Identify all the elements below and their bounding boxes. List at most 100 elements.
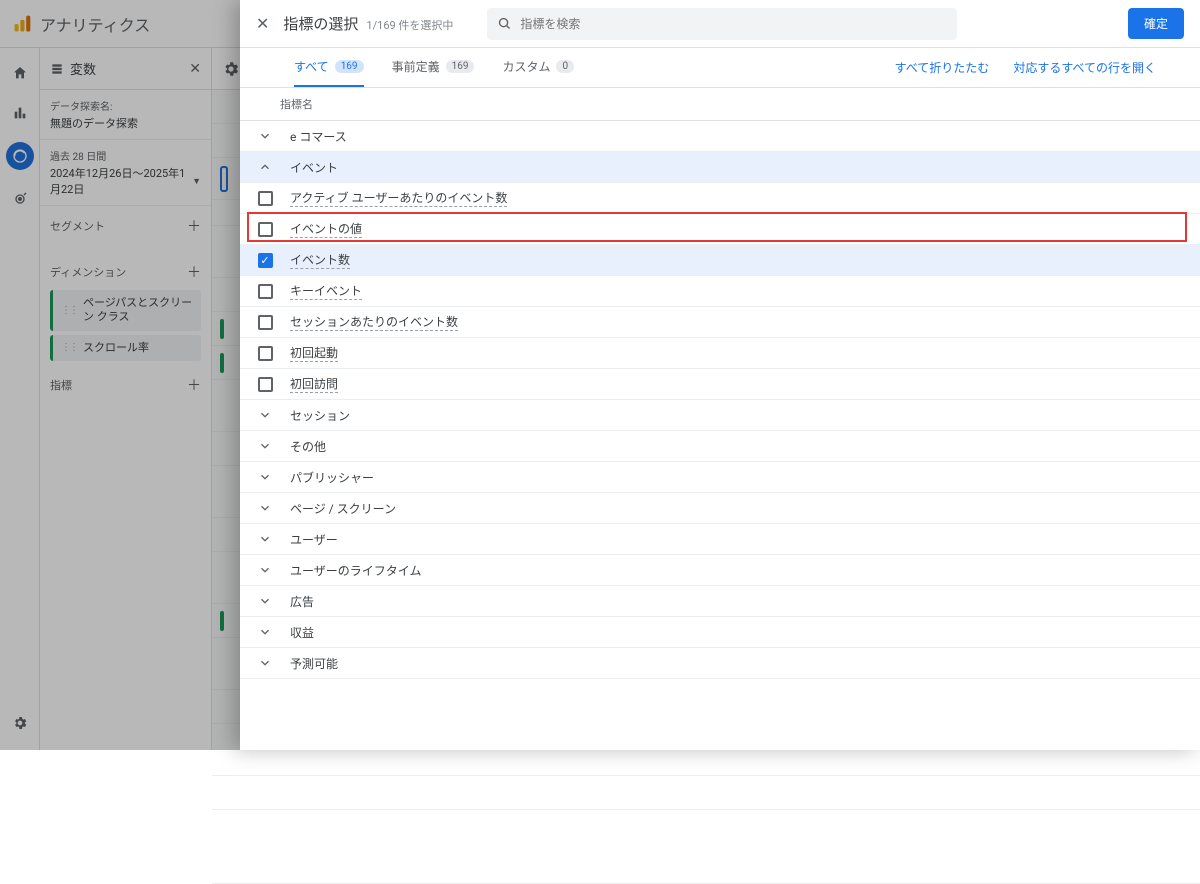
metric-group-row[interactable]: パブリッシャー xyxy=(240,462,1200,493)
metric-item-label: イベント数 xyxy=(290,251,350,269)
variables-close-icon[interactable]: ✕ xyxy=(189,61,201,77)
tab-predefined[interactable]: 事前定義 169 xyxy=(392,48,475,87)
metric-group-row[interactable]: その他 xyxy=(240,431,1200,462)
tab-custom-badge: 0 xyxy=(556,60,574,73)
metric-checkbox[interactable] xyxy=(254,222,276,237)
dimension-chip-label: スクロール率 xyxy=(83,341,149,355)
segment-header: セグメント ＋ xyxy=(40,206,211,240)
tab-predefined-label: 事前定義 xyxy=(392,58,440,75)
metric-group-row[interactable]: ユーザー xyxy=(240,524,1200,555)
metric-item-label: 初回起動 xyxy=(290,344,338,362)
left-nav xyxy=(0,48,40,750)
modal-close-button[interactable]: ✕ xyxy=(256,14,269,33)
chevron-down-icon xyxy=(254,439,276,453)
metric-group-label: ユーザー xyxy=(290,531,338,548)
metric-item-label: キーイベント xyxy=(290,282,362,300)
chevron-down-icon xyxy=(254,470,276,484)
tab-custom[interactable]: カスタム 0 xyxy=(502,48,574,87)
variables-title-text: 変数 xyxy=(70,59,96,78)
metric-group-row[interactable]: ユーザーのライフタイム xyxy=(240,555,1200,586)
metric-group-label: ページ / スクリーン xyxy=(290,500,396,517)
metric-checkbox[interactable] xyxy=(254,377,276,392)
dimension-header-label: ディメンション xyxy=(50,264,126,280)
modal-title: 指標の選択 xyxy=(283,13,358,34)
metric-checkbox[interactable] xyxy=(254,315,276,330)
date-range-value: 2024年12月26日～2025年1月22日 xyxy=(50,165,188,197)
dimension-header: ディメンション ＋ xyxy=(40,252,211,286)
chevron-down-icon xyxy=(254,129,276,143)
date-range-section[interactable]: 過去 28 日間 2024年12月26日～2025年1月22日 ▼ xyxy=(40,140,211,206)
metric-checkbox[interactable] xyxy=(254,284,276,299)
metric-search-box[interactable] xyxy=(487,8,957,40)
metric-item-row[interactable]: ✓ イベント数 xyxy=(240,245,1200,276)
metric-item-label: セッションあたりのイベント数 xyxy=(290,313,458,331)
dimension-chip[interactable]: ⋮⋮スクロール率 xyxy=(50,335,201,361)
metric-group-row[interactable]: 収益 xyxy=(240,617,1200,648)
modal-selection-count: 1/169 件を選択中 xyxy=(366,17,453,33)
metric-item-label: 初回訪問 xyxy=(290,375,338,393)
nav-ads-icon[interactable] xyxy=(9,188,31,210)
metric-item-row[interactable]: アクティブ ユーザーあたりのイベント数 xyxy=(240,183,1200,214)
tab-all[interactable]: すべて 169 xyxy=(294,48,364,87)
metric-group-label: 広告 xyxy=(290,593,314,610)
dimension-chip[interactable]: ⋮⋮ ページパスとスクリーン クラス xyxy=(50,290,201,331)
metric-group-label: セッション xyxy=(290,407,350,424)
modal-tabs: すべて 169 事前定義 169 カスタム 0 すべて折りたたむ 対応するすべて… xyxy=(240,48,1200,88)
metric-group-row[interactable]: セッション xyxy=(240,400,1200,431)
nav-reports-icon[interactable] xyxy=(9,102,31,124)
metric-group-row[interactable]: 予測可能 xyxy=(240,648,1200,679)
metric-item-row[interactable]: キーイベント xyxy=(240,276,1200,307)
chevron-down-icon xyxy=(254,501,276,515)
variables-icon xyxy=(50,62,64,76)
add-segment-button[interactable]: ＋ xyxy=(187,216,201,236)
add-dimension-button[interactable]: ＋ xyxy=(187,262,201,282)
expand-matching-link[interactable]: 対応するすべての行を開く xyxy=(1013,59,1156,76)
metric-picker-modal: ✕ 指標の選択 1/169 件を選択中 確定 すべて 169 事前定義 169 … xyxy=(240,0,1200,750)
metric-group-label: ユーザーのライフタイム xyxy=(290,562,422,579)
metric-checkbox[interactable] xyxy=(254,346,276,361)
drag-handle-icon: ⋮⋮ xyxy=(61,304,77,317)
dimension-chip-label: ページパスとスクリーン クラス xyxy=(83,296,193,325)
tab-predefined-badge: 169 xyxy=(446,60,475,73)
nav-settings-icon[interactable] xyxy=(9,712,31,734)
exploration-name-value: 無題のデータ探索 xyxy=(50,115,201,131)
dropdown-caret-icon: ▼ xyxy=(192,176,201,187)
segment-header-label: セグメント xyxy=(50,218,105,234)
metric-list: e コマースイベントアクティブ ユーザーあたりのイベント数イベントの値 ✓ イベント… xyxy=(240,121,1200,750)
nav-home-icon[interactable] xyxy=(9,62,31,84)
metric-item-label: アクティブ ユーザーあたりのイベント数 xyxy=(290,189,507,207)
tab-all-badge: 169 xyxy=(335,60,364,73)
metric-group-label: e コマース xyxy=(290,128,347,145)
chevron-down-icon xyxy=(254,408,276,422)
confirm-button[interactable]: 確定 xyxy=(1128,8,1184,39)
metric-group-row[interactable]: e コマース xyxy=(240,121,1200,152)
metric-header-label: 指標 xyxy=(50,377,72,393)
variables-panel: 変数 ✕ データ探索名: 無題のデータ探索 過去 28 日間 2024年12月2… xyxy=(40,48,212,750)
metric-group-row[interactable]: イベント xyxy=(240,152,1200,183)
search-icon xyxy=(497,16,512,31)
metric-item-row[interactable]: 初回起動 xyxy=(240,338,1200,369)
metric-search-input[interactable] xyxy=(520,17,947,31)
metric-group-label: 予測可能 xyxy=(290,655,338,672)
product-title: アナリティクス xyxy=(40,12,150,36)
list-column-header: 指標名 xyxy=(240,88,1200,121)
tab-all-label: すべて xyxy=(294,58,329,75)
metric-group-row[interactable]: ページ / スクリーン xyxy=(240,493,1200,524)
add-metric-button[interactable]: ＋ xyxy=(187,375,201,395)
metric-item-row[interactable]: 初回訪問 xyxy=(240,369,1200,400)
chevron-up-icon xyxy=(254,160,276,174)
nav-explore-icon[interactable] xyxy=(6,142,34,170)
collapse-all-link[interactable]: すべて折りたたむ xyxy=(895,59,990,76)
settings-gear-icon[interactable] xyxy=(222,60,240,78)
metric-checkbox[interactable]: ✓ xyxy=(254,253,276,268)
metric-item-row[interactable]: イベントの値 xyxy=(240,214,1200,245)
metric-item-row[interactable]: セッションあたりのイベント数 xyxy=(240,307,1200,338)
exploration-name-label: データ探索名: xyxy=(50,98,201,113)
metric-group-row[interactable]: 広告 xyxy=(240,586,1200,617)
metric-checkbox[interactable] xyxy=(254,191,276,206)
metric-group-label: 収益 xyxy=(290,624,314,641)
tab-custom-label: カスタム xyxy=(502,58,550,75)
chevron-down-icon xyxy=(254,656,276,670)
exploration-name-section[interactable]: データ探索名: 無題のデータ探索 xyxy=(40,90,211,140)
ga-logo-icon xyxy=(12,14,32,34)
